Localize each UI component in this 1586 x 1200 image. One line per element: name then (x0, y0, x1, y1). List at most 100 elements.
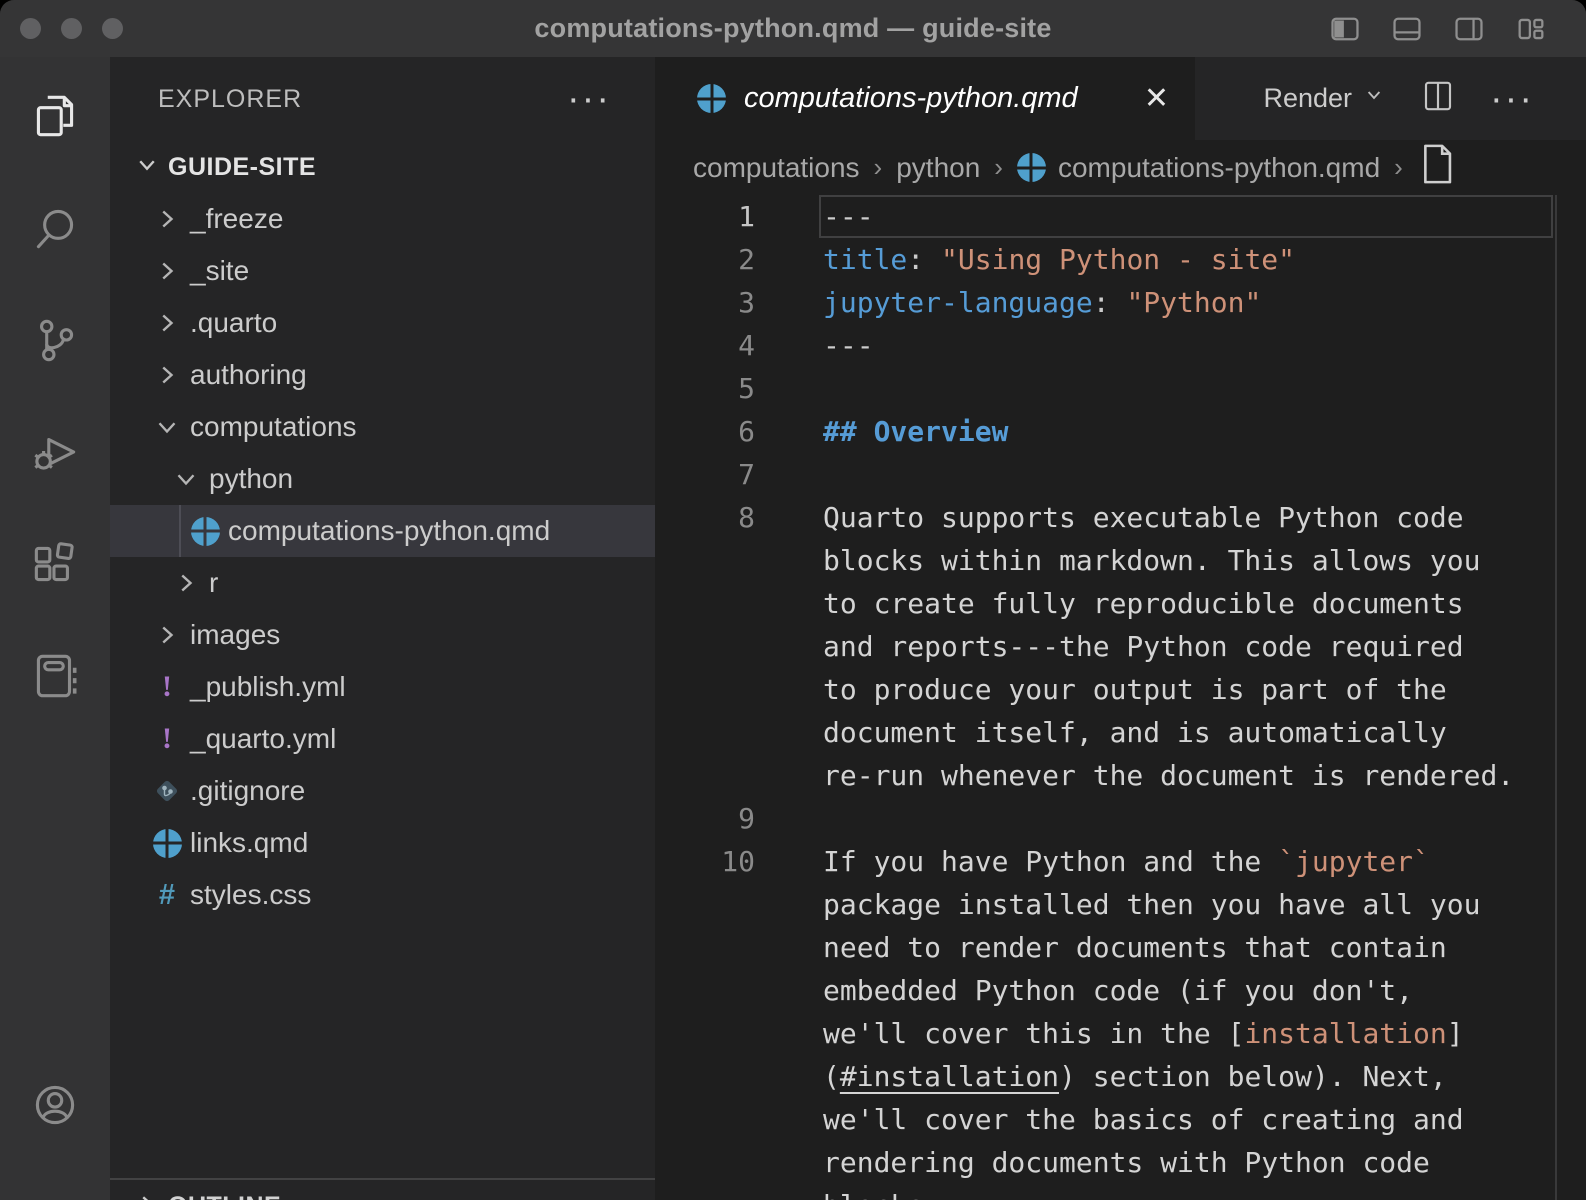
line-number: 3 (655, 281, 755, 324)
tree-item-label: images (190, 619, 280, 651)
tab-title: computations-python.qmd (744, 82, 1078, 115)
tree-file--gitignore[interactable]: .gitignore (110, 765, 655, 817)
tree-file--publish-yml[interactable]: ! _publish.yml (110, 661, 655, 713)
tree-item-label: _publish.yml (190, 671, 346, 703)
code-line-wrap: to produce your output is part of the (655, 668, 1586, 711)
code-line-wrap: blocks. (655, 1184, 1586, 1200)
tree-folder-authoring[interactable]: authoring (110, 349, 655, 401)
render-button[interactable]: Render (1263, 83, 1386, 114)
tree-item-label: .quarto (190, 307, 277, 339)
breadcrumb-label: computations (693, 152, 860, 184)
toggle-secondary-sidebar-icon[interactable] (1452, 12, 1486, 46)
render-label: Render (1263, 83, 1352, 114)
activity-item-run-debug[interactable] (26, 423, 84, 481)
code-line-4: 4--- (655, 324, 1586, 367)
breadcrumb-item[interactable]: computations (693, 152, 860, 184)
outline-title: OUTLINE (168, 1192, 281, 1200)
indent-guide (179, 505, 181, 557)
workspace-name: GUIDE-SITE (168, 153, 316, 182)
activity-item-explorer[interactable] (26, 87, 84, 145)
notebook-book-icon (26, 647, 84, 705)
code-line-wrap: need to render documents that contain (655, 926, 1586, 969)
breadcrumb-label: computations-python.qmd (1058, 152, 1380, 184)
code-line-5: 5 (655, 367, 1586, 410)
quarto-file-icon (191, 517, 220, 546)
code-line-wrap: package installed then you have all you (655, 883, 1586, 926)
tree-folder--site[interactable]: _site (110, 245, 655, 297)
tree-folder-images[interactable]: images (110, 609, 655, 661)
code-line-10: 10If you have Python and the `jupyter` (655, 840, 1586, 883)
tree-file-links-qmd[interactable]: links.qmd (110, 817, 655, 869)
breadcrumb-separator: › (874, 152, 883, 183)
code-line-wrap: and reports---the Python code required (655, 625, 1586, 668)
tree-folder-r[interactable]: r (110, 557, 655, 609)
tree-item-label: python (209, 463, 293, 495)
code-editor[interactable]: 1---2title: "Using Python - site"3jupyte… (655, 195, 1586, 1200)
code-line-3: 3jupyter-language: "Python" (655, 281, 1586, 324)
tree-file-styles-css[interactable]: #styles.css (110, 869, 655, 921)
css-file-icon: # (159, 879, 175, 912)
yaml-file-icon: ! (162, 670, 172, 704)
chevron-down-icon (1362, 83, 1386, 114)
quarto-file-icon (697, 84, 726, 113)
tree-item-label: _freeze (190, 203, 283, 235)
code-line-wrap: (#installation) section below). Next, (655, 1055, 1586, 1098)
yaml-file-icon: ! (162, 722, 172, 756)
breadcrumbs: computations›python›computations-python.… (655, 140, 1586, 195)
code-line-wrap: document itself, and is automatically (655, 711, 1586, 754)
activity-bar (0, 57, 110, 1200)
file-icon (1417, 142, 1457, 186)
split-editor-icon[interactable] (1420, 78, 1456, 119)
views-and-more-actions-icon[interactable]: ··· (567, 94, 611, 104)
chevron-right-icon (152, 360, 182, 390)
line-number: 2 (655, 238, 755, 281)
tree-folder--quarto[interactable]: .quarto (110, 297, 655, 349)
chevron-down-icon (132, 150, 162, 185)
extensions-icon (26, 535, 84, 593)
close-tab-icon[interactable]: ✕ (1144, 84, 1169, 114)
activity-item-account[interactable] (26, 1076, 84, 1134)
tree-folder-computations[interactable]: computations (110, 401, 655, 453)
code-line-8: 8Quarto supports executable Python code (655, 496, 1586, 539)
toggle-sidebar-icon[interactable] (1328, 12, 1362, 46)
tree-file-computations-python-qmd[interactable]: computations-python.qmd (110, 505, 655, 557)
code-line-wrap: blocks within markdown. This allows you (655, 539, 1586, 582)
breadcrumb-item[interactable]: computations-python.qmd (1017, 152, 1380, 184)
line-number: 7 (655, 453, 755, 496)
more-actions-icon[interactable]: ··· (1490, 94, 1534, 104)
tree-item-label: _quarto.yml (190, 723, 336, 755)
line-number: 4 (655, 324, 755, 367)
activity-item-source-control[interactable] (26, 311, 84, 369)
toggle-panel-icon[interactable] (1390, 12, 1424, 46)
tree-item-label: authoring (190, 359, 307, 391)
tab-computations-python[interactable]: computations-python.qmd ✕ (655, 57, 1195, 140)
chevron-right-icon (152, 308, 182, 338)
tree-folder--freeze[interactable]: _freeze (110, 193, 655, 245)
titlebar: computations-python.qmd — guide-site (0, 0, 1586, 57)
editor-group: computations-python.qmd ✕ Render ··· com… (655, 57, 1586, 1200)
explorer-icon (26, 87, 84, 145)
tree-item-label: links.qmd (190, 827, 308, 859)
customize-layout-icon[interactable] (1514, 12, 1548, 46)
tree-item-label: computations-python.qmd (228, 515, 550, 547)
chevron-right-icon (152, 620, 182, 650)
breadcrumb-item[interactable]: python (896, 152, 980, 184)
code-line-wrap: we'll cover the basics of creating and (655, 1098, 1586, 1141)
activity-item-extensions[interactable] (26, 535, 84, 593)
code-line-wrap: rendering documents with Python code (655, 1141, 1586, 1184)
workspace-section-header[interactable]: GUIDE-SITE (110, 141, 655, 193)
tree-item-label: computations (190, 411, 357, 443)
code-line-2: 2title: "Using Python - site" (655, 238, 1586, 281)
outline-section[interactable]: OUTLINE (110, 1178, 655, 1200)
code-line-wrap: embedded Python code (if you don't, (655, 969, 1586, 1012)
line-number: 10 (655, 840, 755, 883)
code-line-6: 6## Overview (655, 410, 1586, 453)
quarto-file-icon (153, 829, 182, 858)
activity-item-notebook-book[interactable] (26, 647, 84, 705)
tree-file--quarto-yml[interactable]: ! _quarto.yml (110, 713, 655, 765)
activity-item-search[interactable] (26, 199, 84, 257)
tree-folder-python[interactable]: python (110, 453, 655, 505)
chevron-down-icon (152, 412, 182, 442)
editor-actions: Render ··· (1195, 57, 1586, 140)
line-number: 5 (655, 367, 755, 410)
